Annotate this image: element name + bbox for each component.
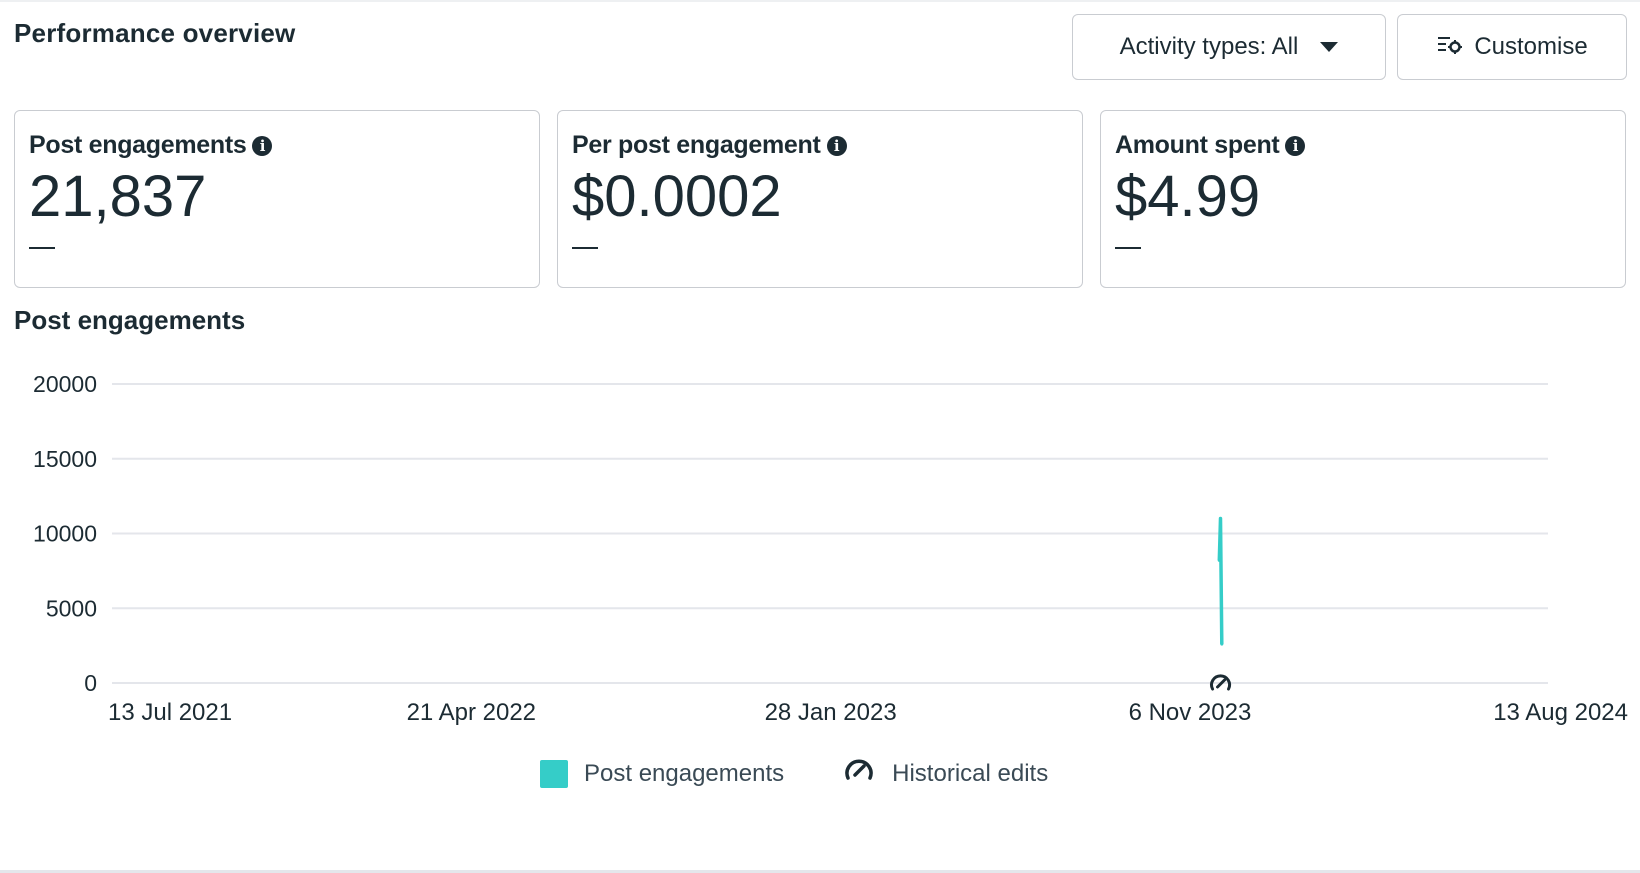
customise-label: Customise	[1474, 33, 1588, 60]
y-tick-label: 10000	[33, 521, 97, 547]
info-icon[interactable]: i	[826, 135, 847, 156]
metric-label: Per post engagement	[572, 131, 821, 159]
metric-card-post-engagements: Post engagements i 21,837	[14, 110, 540, 288]
data-point	[1217, 558, 1221, 562]
chart-title: Post engagements	[14, 305, 246, 335]
x-tick-label: 21 Apr 2022	[407, 699, 536, 726]
metric-change	[572, 247, 598, 249]
metric-value: $4.99	[1115, 164, 1261, 229]
customise-button[interactable]: Customise	[1397, 14, 1627, 80]
historical-edits-icon	[842, 757, 876, 790]
legend-item-historical-edits[interactable]: Historical edits	[842, 757, 1048, 790]
metric-change	[1115, 247, 1141, 249]
metric-label: Post engagements	[29, 131, 247, 159]
chart-legend: Post engagements Historical edits	[540, 757, 1106, 790]
series-swatch	[540, 759, 568, 788]
legend-label: Historical edits	[892, 759, 1049, 787]
data-point	[1219, 517, 1223, 521]
y-tick-label: 0	[84, 670, 97, 696]
x-tick-label: 6 Nov 2023	[1129, 699, 1252, 726]
y-tick-label: 5000	[46, 595, 97, 621]
top-divider	[0, 0, 1640, 2]
x-tick-label: 13 Aug 2024	[1493, 699, 1628, 726]
metric-value: 21,837	[29, 164, 207, 229]
activity-types-label: Activity types: All	[1119, 33, 1299, 60]
post-engagements-chart: 0 5000 10000 15000 20000 13 Jul 2021 21 Apr 20…	[33, 371, 1628, 726]
metric-change	[29, 247, 55, 249]
metric-card-per-post-engagement: Per post engagement i $0.0002	[557, 110, 1083, 288]
series-line-post-engagements	[1217, 516, 1224, 645]
page-title: Performance overview	[14, 18, 296, 48]
y-tick-label: 15000	[33, 446, 97, 472]
metric-card-amount-spent: Amount spent i $4.99	[1100, 110, 1626, 288]
legend-item-post-engagements[interactable]: Post engagements	[540, 759, 785, 788]
x-tick-label: 13 Jul 2021	[108, 699, 232, 726]
legend-label: Post engagements	[584, 759, 785, 787]
data-point	[1220, 642, 1224, 646]
chevron-down-icon	[1320, 42, 1339, 52]
customise-icon	[1436, 33, 1464, 62]
y-tick-label: 20000	[33, 371, 97, 397]
metric-value: $0.0002	[572, 164, 782, 229]
activity-types-dropdown[interactable]: Activity types: All	[1072, 14, 1386, 80]
metric-label: Amount spent	[1115, 131, 1280, 159]
x-tick-label: 28 Jan 2023	[765, 699, 897, 726]
info-icon[interactable]: i	[1285, 135, 1306, 156]
info-icon[interactable]: i	[252, 135, 273, 156]
